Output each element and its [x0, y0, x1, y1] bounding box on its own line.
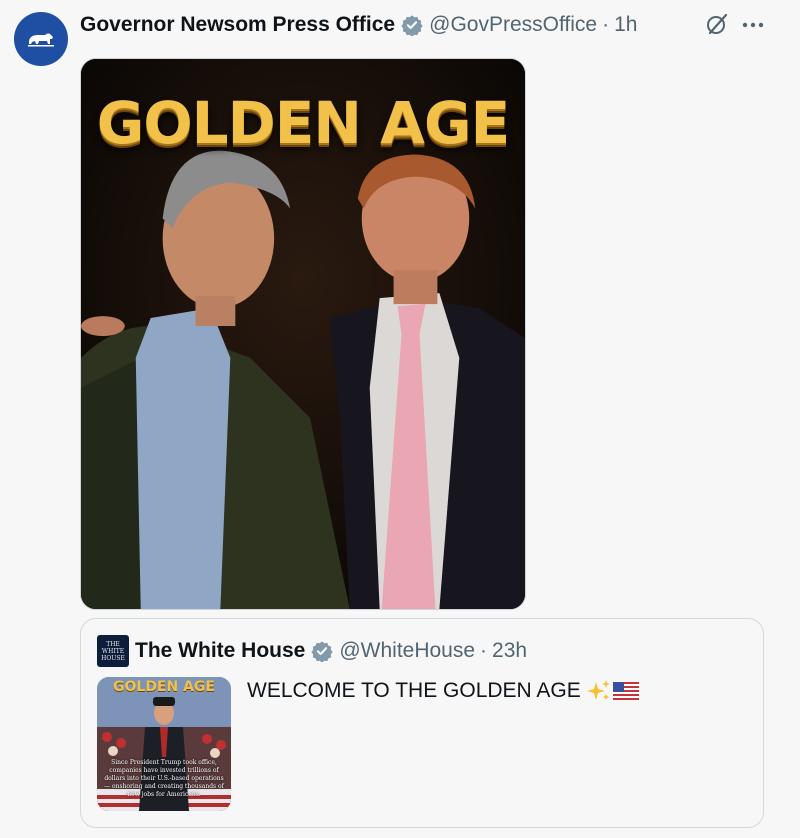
more-icon[interactable] [740, 16, 766, 34]
quoted-handle[interactable]: @WhiteHouse [339, 639, 475, 663]
tweet[interactable]: Governor Newsom Press Office @GovPressOf… [0, 0, 800, 838]
thumbnail-caption-text: Since President Trump took office, compa… [104, 759, 224, 798]
verified-badge-icon [401, 15, 423, 36]
grok-icon[interactable] [704, 12, 730, 38]
quoted-timestamp[interactable]: 23h [492, 639, 527, 663]
quoted-display-name[interactable]: The White House [135, 639, 305, 663]
quoted-avatar[interactable]: THE WHITE HOUSE [97, 635, 129, 667]
bear-icon [28, 33, 54, 47]
profile-avatar[interactable] [14, 12, 68, 66]
handle[interactable]: @GovPressOffice [429, 13, 597, 37]
verified-badge-icon [311, 641, 333, 662]
quoted-avatar-line: THE [106, 640, 120, 648]
sparkles-icon [586, 680, 610, 700]
separator-dot: · [480, 639, 488, 662]
separator-dot: · [602, 13, 610, 36]
timestamp[interactable]: 1h [614, 13, 637, 37]
quoted-tweet-header: THE WHITE HOUSE The White House @WhiteHo… [97, 635, 527, 667]
us-flag-icon [612, 682, 639, 700]
thumbnail-title-text: GOLDEN AGE [113, 679, 215, 695]
quoted-media-thumbnail[interactable]: GOLDEN AGE Since President Trump took of… [97, 677, 231, 811]
quoted-text-content: WELCOME TO THE GOLDEN AGE [247, 679, 581, 702]
tweet-header: Governor Newsom Press Office @GovPressOf… [80, 12, 637, 38]
display-name[interactable]: Governor Newsom Press Office [80, 13, 395, 37]
quoted-avatar-line: WHITE [101, 647, 125, 655]
tweet-media-image[interactable]: GOLDEN AGE [80, 58, 526, 610]
quoted-tweet[interactable]: THE WHITE HOUSE The White House @WhiteHo… [80, 618, 764, 828]
quoted-tweet-text: WELCOME TO THE GOLDEN AGE [247, 679, 639, 703]
quoted-avatar-line: HOUSE [101, 654, 125, 662]
media-title-text: GOLDEN AGE [96, 89, 510, 157]
